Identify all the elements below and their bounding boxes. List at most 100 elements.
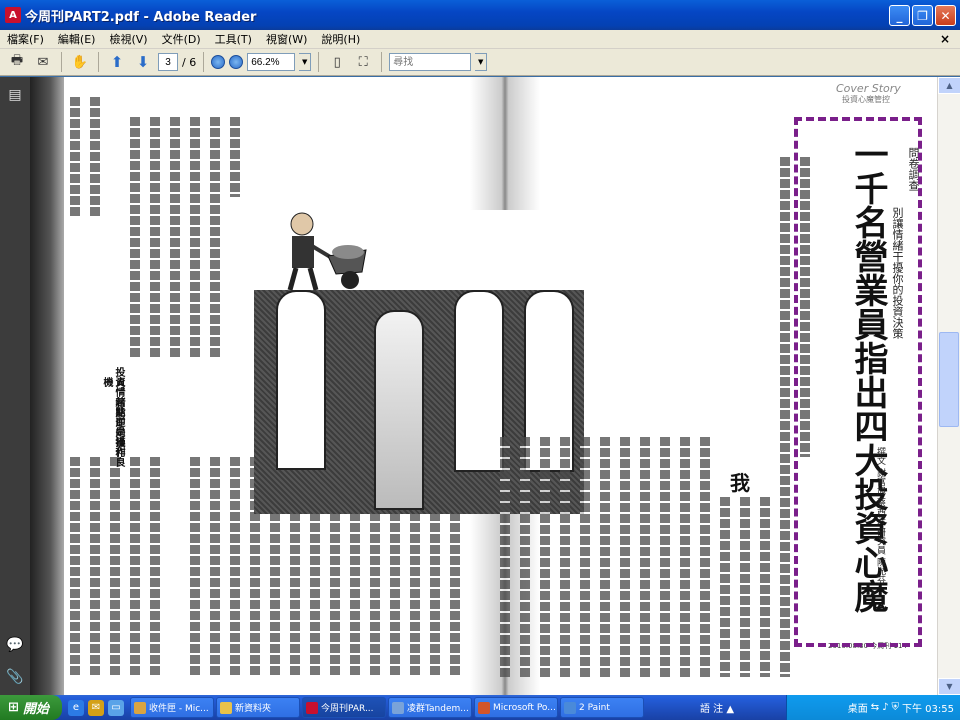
task-powerpoint[interactable]: Microsoft Po... [474,697,558,718]
text-column [680,437,690,677]
text-column [230,457,240,677]
menu-view[interactable]: 檢視(V) [102,31,154,47]
quick-launch: e ✉ ▭ [62,699,130,716]
title-bar[interactable]: A 今周刊PART2.pdf - Adobe Reader _ ❐ ✕ [0,0,960,30]
zoom-out-icon[interactable] [211,55,226,69]
pit [276,290,326,470]
paint-icon [564,701,576,714]
text-column [90,97,100,217]
page-edge [30,77,64,695]
toolbar-separator [98,52,99,72]
network-icon[interactable]: ⇆ [871,702,879,713]
text-column [190,457,200,677]
comments-icon[interactable]: 💬 [6,637,23,653]
attachments-icon[interactable]: 📎 [6,669,23,685]
maximize-button[interactable]: ❐ [912,5,933,26]
text-column [540,437,550,677]
text-column [780,157,790,677]
find-input[interactable] [389,53,472,71]
task-paint[interactable]: 2 Paint [560,697,644,718]
menu-window[interactable]: 視窗(W) [259,31,314,47]
menu-file[interactable]: 檔案(F) [0,31,51,47]
drop-cap: 我 [730,471,750,495]
desktop-label[interactable]: 桌面 [848,700,868,715]
toolbar: 🖶 ✉ ✋ ⬆ ⬇ / 6 ▼ ▯ ⛶ ▼ [0,49,960,76]
menu-tools[interactable]: 工具(T) [208,31,259,47]
scroll-down-icon[interactable]: ▼ [938,678,960,695]
task-adobe-reader[interactable]: 今周刊PAR... [302,697,386,718]
find-dropdown-icon[interactable]: ▼ [475,53,488,71]
vertical-scrollbar[interactable]: ▲ ▼ [937,77,960,695]
navigation-pane: ▤ 💬 📎 [0,77,30,695]
clock[interactable]: 下午 03:55 [902,700,954,715]
pit [374,310,424,510]
text-column [230,117,240,197]
window-controls: _ ❐ ✕ [889,5,956,26]
security-icon[interactable]: ⛨ [892,702,900,713]
text-column [130,117,140,357]
menu-edit[interactable]: 編輯(E) [51,31,103,47]
page-total-label: / 6 [182,55,197,69]
task-tandem[interactable]: 凌群Tandem... [388,697,472,718]
text-column [560,437,570,677]
page-number-input[interactable] [158,53,178,71]
outlook-icon[interactable]: ✉ [88,699,104,716]
task-label: 今周刊PAR... [321,704,374,714]
menu-bar: 檔案(F) 編輯(E) 檢視(V) 文件(D) 工具(T) 視窗(W) 說明(H… [0,30,960,49]
text-column [660,437,670,677]
scroll-up-icon[interactable]: ▲ [938,77,960,94]
start-button[interactable]: ⊞ 開始 [0,695,62,720]
task-label: 收件匣 - Mic... [149,704,209,714]
task-outlook[interactable]: 收件匣 - Mic... [130,697,214,718]
full-screen-icon[interactable]: ⛶ [352,51,374,73]
zoom-input[interactable] [247,53,296,71]
text-column [720,497,730,677]
text-column [600,437,610,677]
text-column [90,457,100,677]
text-column [210,117,220,357]
text-column [620,437,630,677]
text-column [70,97,80,217]
close-document-button[interactable]: × [940,32,950,46]
text-column [70,457,80,677]
previous-page-icon[interactable]: ⬆ [106,51,128,73]
task-label: Microsoft Po... [493,702,556,713]
minimize-button[interactable]: _ [889,5,910,26]
text-column [130,457,140,677]
zoom-in-icon[interactable] [229,55,244,69]
text-column [640,437,650,677]
toolbar-separator [61,52,62,72]
pages-icon[interactable]: ▤ [7,87,23,103]
scrollbar-thumb[interactable] [939,332,959,427]
pdf-icon [306,701,318,714]
close-button[interactable]: ✕ [935,5,956,26]
cover-story-subtitle: 投資心魔管控 [842,95,890,104]
hand-tool-icon[interactable]: ✋ [69,51,91,73]
subhead-left-2: 人情緒點即是獲利良機 [101,377,124,467]
start-label: 開始 [22,702,49,717]
next-page-icon[interactable]: ⬇ [132,51,154,73]
volume-icon[interactable]: ♪ [882,702,888,713]
text-column [150,117,160,357]
menu-document[interactable]: 文件(D) [155,31,208,47]
show-desktop-icon[interactable]: ▭ [108,699,124,716]
text-column [760,497,770,677]
email-icon[interactable]: ✉ [32,51,54,73]
powerpoint-icon [478,701,490,714]
windows-logo-icon: ⊞ [8,700,19,715]
system-tray: 桌面 ⇆ ♪ ⛨ 下午 03:55 [786,695,960,720]
print-icon[interactable]: 🖶 [6,51,28,73]
task-folder[interactable]: 新資料夾 [216,697,300,718]
fit-page-icon[interactable]: ▯ [326,51,348,73]
task-label: 2 Paint [579,702,610,713]
outlook-task-icon [134,701,146,714]
language-bar[interactable]: 語 注 ▲ [700,697,772,718]
zoom-dropdown-icon[interactable]: ▼ [299,53,312,71]
pit [454,290,504,472]
ie-icon[interactable]: e [68,699,84,716]
menu-help[interactable]: 說明(H) [314,31,367,47]
text-column [500,437,510,677]
folder-icon [220,701,232,714]
document-area[interactable]: 投資，若能逆向操作 人情緒點即是獲利良機 Cover Story 投資心魔管控 [30,77,937,695]
text-column [580,437,590,677]
